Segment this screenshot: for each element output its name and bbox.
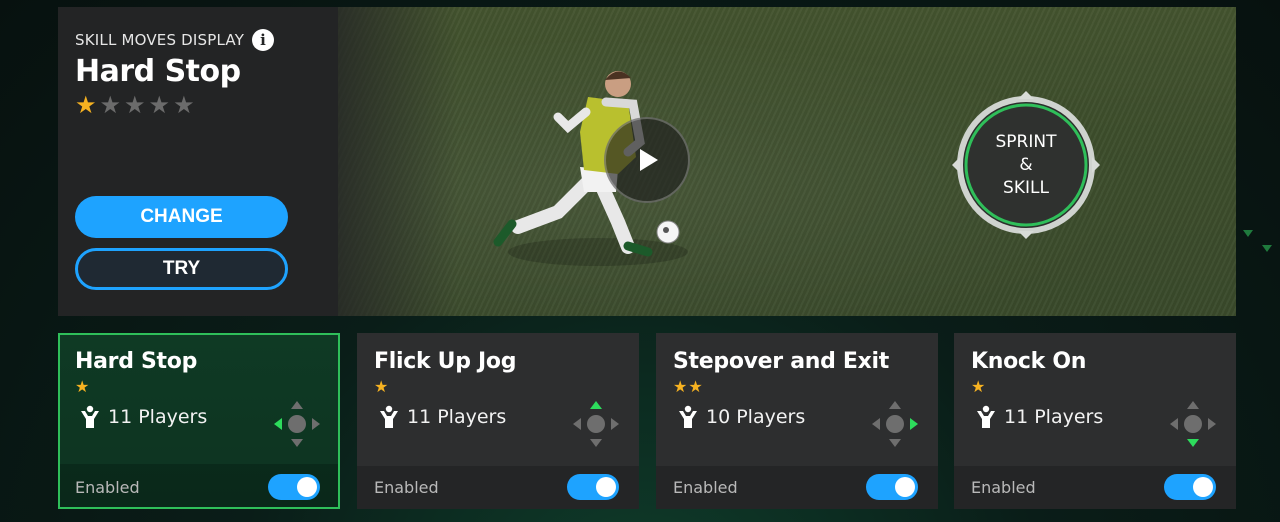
star-icon-empty: ★ [99, 91, 122, 119]
card-star-rating: ★ [374, 377, 390, 396]
info-icon[interactable]: i [252, 29, 275, 51]
toggle-knob [1193, 477, 1213, 497]
toggle-knob [596, 477, 616, 497]
change-button[interactable]: CHANGE [75, 196, 288, 238]
card-footer: Enabled [656, 466, 938, 509]
enabled-toggle[interactable] [866, 474, 918, 500]
player-icon [679, 405, 697, 428]
enabled-toggle[interactable] [268, 474, 320, 500]
background-decor [1262, 245, 1272, 252]
enabled-label: Enabled [374, 478, 439, 497]
dpad-right-icon [872, 401, 918, 447]
players-count: 11 Players [78, 405, 207, 429]
player-icon [81, 405, 99, 428]
enabled-label: Enabled [971, 478, 1036, 497]
sprint-line-3: SKILL [1003, 177, 1049, 198]
star-icon-empty: ★ [148, 91, 171, 119]
video-fade-overlay [278, 7, 458, 316]
players-count-text: 11 Players [108, 406, 208, 428]
toggle-knob [297, 477, 317, 497]
player-icon [977, 405, 995, 428]
players-count: 10 Players [676, 405, 805, 429]
players-count: 11 Players [974, 405, 1103, 429]
players-count: 11 Players [377, 405, 506, 429]
skill-card-hard-stop[interactable]: Hard Stop ★ 11 Players Enabled [58, 333, 340, 509]
skill-card-knock-on[interactable]: Knock On ★ 11 Players Enabled [954, 333, 1236, 509]
sprint-skill-button-icon: SPRINT & SKILL [950, 89, 1102, 241]
players-count-text: 10 Players [706, 406, 806, 428]
enabled-toggle[interactable] [1164, 474, 1216, 500]
star-icon-empty: ★ [173, 91, 195, 119]
dpad-down-icon [1170, 401, 1216, 447]
players-count-text: 11 Players [407, 406, 507, 428]
card-footer: Enabled [60, 464, 338, 507]
card-star-rating: ★★ [673, 377, 704, 396]
enabled-label: Enabled [673, 478, 738, 497]
skill-rating-stars: ★ ★ ★ ★ ★ [75, 93, 195, 117]
background-decor [1243, 230, 1253, 237]
play-video-button[interactable] [604, 117, 690, 203]
skill-moves-display-label: SKILL MOVES DISPLAY i [75, 29, 275, 51]
play-icon [640, 149, 658, 171]
card-title: Knock On [971, 349, 1087, 374]
card-star-rating: ★ [75, 377, 91, 396]
dpad-left-icon [274, 401, 320, 447]
star-icon-empty: ★ [124, 91, 146, 119]
star-icon-filled: ★ [75, 91, 97, 119]
card-title: Stepover and Exit [673, 349, 890, 374]
card-star-rating: ★ [971, 377, 987, 396]
sprint-skill-label: SPRINT & SKILL [950, 89, 1102, 241]
sprint-line-2: & [1019, 154, 1033, 175]
section-label-text: SKILL MOVES DISPLAY [75, 31, 245, 49]
enabled-toggle[interactable] [567, 474, 619, 500]
skill-move-cards: Hard Stop ★ 11 Players Enabled Flick Up … [58, 333, 1236, 509]
enabled-label: Enabled [75, 478, 140, 497]
card-footer: Enabled [357, 466, 639, 509]
dpad-up-icon [573, 401, 619, 447]
card-footer: Enabled [954, 466, 1236, 509]
skill-title: Hard Stop [75, 54, 241, 89]
sprint-line-1: SPRINT [995, 131, 1057, 152]
skill-card-flick-up-jog[interactable]: Flick Up Jog ★ 11 Players Enabled [357, 333, 639, 509]
skill-display-panel: SKILL MOVES DISPLAY i Hard Stop ★ ★ ★ ★ … [58, 7, 1236, 316]
card-title: Flick Up Jog [374, 349, 517, 374]
skill-card-stepover-and-exit[interactable]: Stepover and Exit ★★ 10 Players Enabled [656, 333, 938, 509]
card-title: Hard Stop [75, 349, 198, 374]
try-button[interactable]: TRY [75, 248, 288, 290]
toggle-knob [895, 477, 915, 497]
player-icon [380, 405, 398, 428]
players-count-text: 11 Players [1004, 406, 1104, 428]
